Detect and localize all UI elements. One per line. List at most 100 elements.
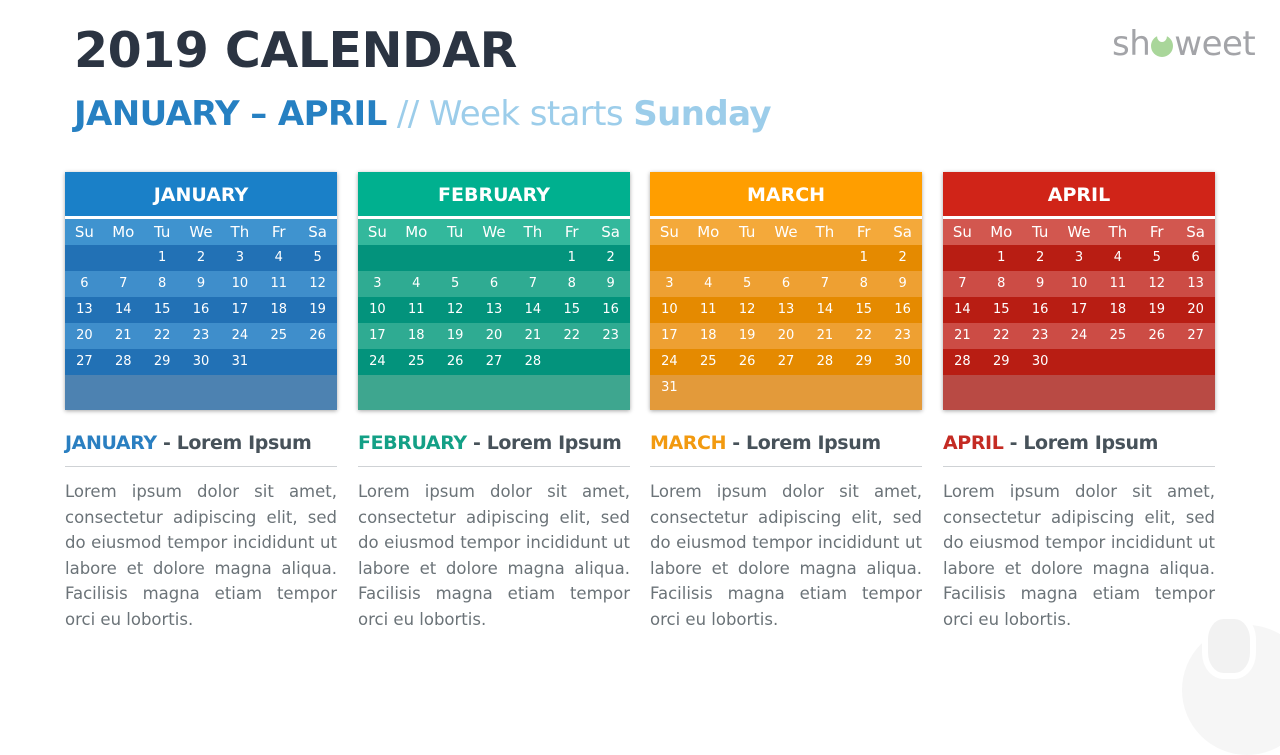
day-cell[interactable]: 1 — [552, 245, 591, 271]
day-cell[interactable]: 9 — [1021, 271, 1060, 297]
day-cell[interactable]: 2 — [883, 245, 922, 271]
day-cell[interactable]: 14 — [104, 297, 143, 323]
day-cell[interactable]: 1 — [844, 245, 883, 271]
day-cell[interactable]: 13 — [65, 297, 104, 323]
day-cell[interactable]: 19 — [298, 297, 337, 323]
day-cell[interactable]: 26 — [436, 349, 475, 375]
day-cell[interactable]: 9 — [883, 271, 922, 297]
day-cell[interactable]: 6 — [65, 271, 104, 297]
day-cell[interactable]: 30 — [1021, 349, 1060, 375]
day-cell[interactable]: 2 — [591, 245, 630, 271]
day-cell[interactable]: 15 — [982, 297, 1021, 323]
day-cell[interactable]: 21 — [104, 323, 143, 349]
day-cell[interactable]: 23 — [883, 323, 922, 349]
day-cell[interactable]: 11 — [397, 297, 436, 323]
day-cell[interactable]: 4 — [689, 271, 728, 297]
day-cell[interactable]: 4 — [397, 271, 436, 297]
day-cell[interactable]: 29 — [844, 349, 883, 375]
day-cell[interactable]: 27 — [475, 349, 514, 375]
day-cell[interactable]: 1 — [982, 245, 1021, 271]
day-cell[interactable]: 2 — [1021, 245, 1060, 271]
day-cell[interactable]: 18 — [689, 323, 728, 349]
day-cell[interactable]: 22 — [143, 323, 182, 349]
day-cell[interactable]: 10 — [1060, 271, 1099, 297]
day-cell[interactable]: 3 — [358, 271, 397, 297]
day-cell[interactable]: 18 — [397, 323, 436, 349]
day-cell[interactable]: 16 — [883, 297, 922, 323]
day-cell[interactable]: 10 — [650, 297, 689, 323]
day-cell[interactable]: 25 — [689, 349, 728, 375]
day-cell[interactable]: 8 — [844, 271, 883, 297]
day-cell[interactable]: 10 — [220, 271, 259, 297]
day-cell[interactable]: 12 — [1137, 271, 1176, 297]
day-cell[interactable]: 15 — [844, 297, 883, 323]
day-cell[interactable]: 20 — [475, 323, 514, 349]
day-cell[interactable]: 30 — [182, 349, 221, 375]
day-cell[interactable]: 26 — [1137, 323, 1176, 349]
day-cell[interactable]: 10 — [358, 297, 397, 323]
day-cell[interactable]: 8 — [982, 271, 1021, 297]
day-cell[interactable]: 22 — [844, 323, 883, 349]
day-cell[interactable]: 17 — [220, 297, 259, 323]
day-cell[interactable]: 24 — [358, 349, 397, 375]
day-cell[interactable]: 1 — [143, 245, 182, 271]
day-cell[interactable]: 3 — [220, 245, 259, 271]
day-cell[interactable]: 11 — [259, 271, 298, 297]
day-cell[interactable]: 20 — [65, 323, 104, 349]
day-cell[interactable]: 23 — [1021, 323, 1060, 349]
day-cell[interactable]: 14 — [513, 297, 552, 323]
day-cell[interactable]: 13 — [1176, 271, 1215, 297]
day-cell[interactable]: 7 — [104, 271, 143, 297]
day-cell[interactable]: 5 — [1137, 245, 1176, 271]
day-cell[interactable]: 6 — [767, 271, 806, 297]
day-cell[interactable]: 28 — [805, 349, 844, 375]
day-cell[interactable]: 6 — [475, 271, 514, 297]
day-cell[interactable]: 8 — [143, 271, 182, 297]
day-cell[interactable]: 21 — [943, 323, 982, 349]
day-cell[interactable]: 14 — [805, 297, 844, 323]
day-cell[interactable]: 26 — [728, 349, 767, 375]
day-cell[interactable]: 4 — [1098, 245, 1137, 271]
day-cell[interactable]: 18 — [259, 297, 298, 323]
day-cell[interactable]: 30 — [883, 349, 922, 375]
day-cell[interactable]: 2 — [182, 245, 221, 271]
day-cell[interactable]: 28 — [943, 349, 982, 375]
day-cell[interactable]: 4 — [259, 245, 298, 271]
day-cell[interactable]: 19 — [436, 323, 475, 349]
day-cell[interactable]: 22 — [552, 323, 591, 349]
day-cell[interactable]: 24 — [1060, 323, 1099, 349]
day-cell[interactable]: 3 — [650, 271, 689, 297]
day-cell[interactable]: 28 — [104, 349, 143, 375]
day-cell[interactable]: 20 — [767, 323, 806, 349]
day-cell[interactable]: 23 — [182, 323, 221, 349]
day-cell[interactable]: 15 — [143, 297, 182, 323]
day-cell[interactable]: 25 — [259, 323, 298, 349]
day-cell[interactable]: 29 — [143, 349, 182, 375]
day-cell[interactable]: 14 — [943, 297, 982, 323]
day-cell[interactable]: 16 — [182, 297, 221, 323]
day-cell[interactable]: 7 — [805, 271, 844, 297]
day-cell[interactable]: 7 — [513, 271, 552, 297]
day-cell[interactable]: 3 — [1060, 245, 1099, 271]
day-cell[interactable]: 5 — [436, 271, 475, 297]
day-cell[interactable]: 15 — [552, 297, 591, 323]
day-cell[interactable]: 25 — [397, 349, 436, 375]
day-cell[interactable]: 13 — [767, 297, 806, 323]
day-cell[interactable]: 12 — [436, 297, 475, 323]
day-cell[interactable]: 31 — [220, 349, 259, 375]
day-cell[interactable]: 19 — [1137, 297, 1176, 323]
day-cell[interactable]: 18 — [1098, 297, 1137, 323]
day-cell[interactable]: 27 — [65, 349, 104, 375]
day-cell[interactable]: 27 — [767, 349, 806, 375]
day-cell[interactable]: 13 — [475, 297, 514, 323]
day-cell[interactable]: 28 — [513, 349, 552, 375]
day-cell[interactable]: 9 — [182, 271, 221, 297]
day-cell[interactable]: 26 — [298, 323, 337, 349]
day-cell[interactable]: 12 — [298, 271, 337, 297]
day-cell[interactable]: 5 — [728, 271, 767, 297]
day-cell[interactable]: 11 — [689, 297, 728, 323]
day-cell[interactable]: 16 — [591, 297, 630, 323]
day-cell[interactable]: 21 — [805, 323, 844, 349]
day-cell[interactable]: 21 — [513, 323, 552, 349]
day-cell[interactable]: 23 — [591, 323, 630, 349]
